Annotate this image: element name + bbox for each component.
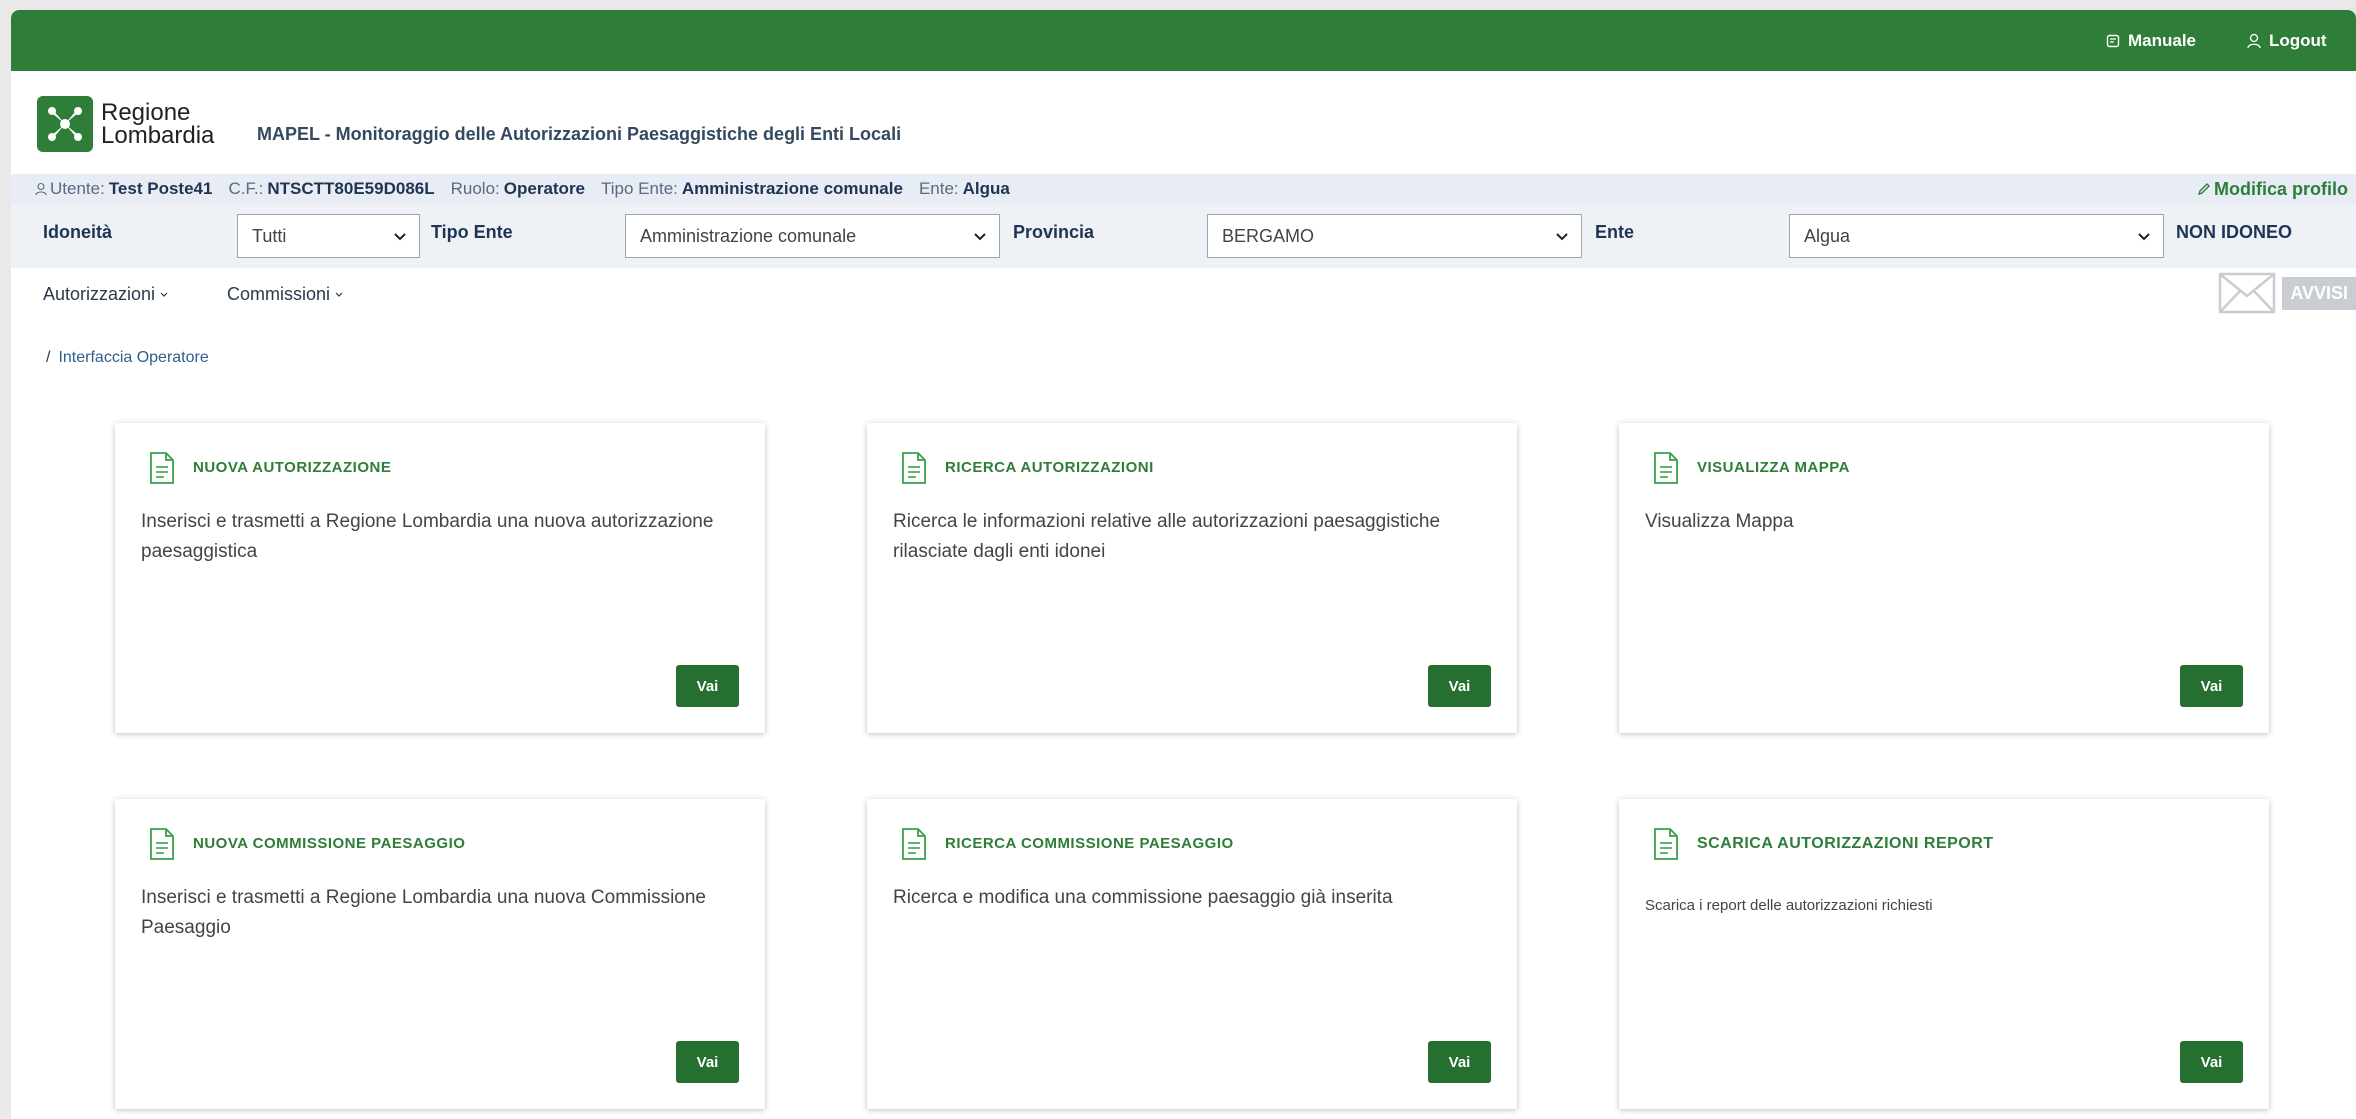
breadcrumb-separator: / [46, 349, 51, 366]
ente-select[interactable]: Algua [1789, 214, 2164, 258]
document-icon [1654, 452, 1678, 484]
idoneita-value: Tutti [252, 225, 287, 246]
chevron-down-icon [1556, 233, 1568, 241]
vai-button[interactable]: Vai [1428, 665, 1491, 707]
cf-value: NTSCTT80E59D086L [267, 179, 435, 198]
ruolo-group: Ruolo: Operatore [451, 179, 585, 199]
cf-group: C.F.: NTSCTT80E59D086L [228, 179, 434, 199]
ruolo-label: Ruolo: [450, 179, 500, 198]
card-ricerca-autorizzazioni: RICERCA AUTORIZZAZIONI Ricerca le inform… [867, 423, 1517, 733]
idoneita-status: NON IDONEO [2176, 222, 2293, 242]
logo-line1: Regione [101, 99, 191, 126]
avvisi-label: AVVISI [2282, 276, 2356, 310]
document-icon [150, 452, 174, 484]
ente-value: Algua [962, 179, 1010, 198]
utente-label: Utente: [50, 179, 105, 198]
ente-label: Ente: [918, 179, 959, 198]
card-title: SCARICA AUTORIZZAZIONI REPORT [1697, 835, 1994, 852]
provincia-value: BERGAMO [1222, 225, 1315, 246]
filter-bar: Idoneità Tutti Tipo Ente Amministrazione… [11, 204, 2356, 268]
card-title: RICERCA COMMISSIONE PAESAGGIO [945, 835, 1234, 852]
idoneita-select[interactable]: Tutti [237, 214, 420, 258]
tipo-ente-filter-label: Tipo Ente [431, 222, 513, 242]
pencil-icon [2197, 183, 2210, 196]
card-nuova-autorizzazione: NUOVA AUTORIZZAZIONE Inserisci e trasmet… [115, 423, 765, 733]
card-title: VISUALIZZA MAPPA [1697, 459, 1850, 476]
menu-autorizzazioni[interactable]: Autorizzazioni [43, 284, 169, 305]
menu-autorizzazioni-label: Autorizzazioni [43, 284, 156, 304]
document-icon [150, 828, 174, 860]
logout-label: Logout [2269, 30, 2327, 50]
card-description: Visualizza Mappa [1645, 511, 1794, 532]
document-icon [902, 828, 926, 860]
user-info-bar: Utente: Test Poste41 C.F.: NTSCTT80E59D0… [11, 174, 2356, 204]
tipo-ente-select-value: Amministrazione comunale [640, 225, 857, 246]
menu-commissioni-label: Commissioni [227, 284, 331, 304]
ente-group: Ente: Algua [919, 179, 1010, 199]
vai-button[interactable]: Vai [676, 1041, 739, 1083]
avvisi-button[interactable]: AVVISI [2218, 272, 2356, 314]
provincia-label: Provincia [1013, 222, 1095, 242]
tipo-ente-group: Tipo Ente: Amministrazione comunale [601, 179, 903, 199]
vai-button[interactable]: Vai [2180, 1041, 2243, 1083]
provincia-select[interactable]: BERGAMO [1207, 214, 1582, 258]
tipo-ente-select[interactable]: Amministrazione comunale [625, 214, 1000, 258]
card-description: Inserisci e trasmetti a Regione Lombardi… [141, 511, 714, 562]
chevron-down-icon [160, 292, 168, 297]
cf-label: C.F.: [228, 179, 264, 198]
card-description: Inserisci e trasmetti a Regione Lombardi… [141, 887, 706, 938]
regione-lombardia-logo-icon [37, 96, 93, 152]
app-window: Manuale Logout Regione Lombardia MAPEL -… [11, 10, 2356, 1119]
document-icon [902, 452, 926, 484]
card-title: NUOVA COMMISSIONE PAESAGGIO [193, 835, 466, 852]
card-ricerca-commissione-paesaggio: RICERCA COMMISSIONE PAESAGGIO Ricerca e … [867, 799, 1517, 1109]
vai-button[interactable]: Vai [2180, 665, 2243, 707]
app-title: MAPEL - Monitoraggio delle Autorizzazion… [257, 124, 902, 144]
chevron-down-icon [335, 292, 343, 297]
card-description: Ricerca e modifica una commissione paesa… [893, 887, 1393, 908]
ente-select-value: Algua [1804, 225, 1851, 246]
utente-value: Test Poste41 [108, 179, 213, 198]
vai-button[interactable]: Vai [676, 665, 739, 707]
ente-filter-label: Ente [1595, 222, 1635, 242]
edit-profile-link[interactable]: Modifica profilo [2197, 174, 2348, 204]
breadcrumb: / Interfaccia Operatore [46, 349, 209, 367]
card-description: Scarica i report delle autorizzazioni ri… [1645, 897, 1933, 914]
book-icon [2106, 34, 2120, 47]
brand-logo[interactable]: Regione Lombardia [37, 96, 214, 152]
card-visualizza-mappa: VISUALIZZA MAPPA Visualizza Mappa Vai [1619, 423, 2269, 733]
card-description: Ricerca le informazioni relative alle au… [893, 511, 1441, 562]
idoneita-label: Idoneità [43, 222, 113, 242]
logo-line2: Lombardia [101, 122, 215, 149]
edit-profile-label: Modifica profilo [2214, 178, 2348, 199]
manual-link[interactable]: Manuale [2106, 10, 2196, 71]
breadcrumb-current[interactable]: Interfaccia Operatore [58, 349, 208, 366]
logo-text: Regione Lombardia [101, 99, 215, 149]
document-icon [1654, 828, 1678, 860]
card-nuova-commissione-paesaggio: NUOVA COMMISSIONE PAESAGGIO Inserisci e … [115, 799, 765, 1109]
envelope-icon [2219, 272, 2276, 314]
card-scarica-autorizzazioni-report: SCARICA AUTORIZZAZIONI REPORT Scarica i … [1619, 799, 2269, 1109]
chevron-down-icon [974, 233, 986, 241]
user-group: Utente: Test Poste41 [35, 179, 212, 199]
tipo-ente-label: Tipo Ente: [601, 179, 678, 198]
manual-label: Manuale [2128, 30, 2197, 50]
logout-link[interactable]: Logout [2247, 10, 2327, 71]
chevron-down-icon [394, 233, 406, 241]
ruolo-value: Operatore [503, 179, 586, 198]
menu-commissioni[interactable]: Commissioni [227, 284, 344, 305]
card-title: RICERCA AUTORIZZAZIONI [945, 459, 1154, 476]
chevron-down-icon [2138, 233, 2150, 241]
tipo-ente-value: Amministrazione comunale [681, 179, 903, 198]
user-icon [35, 182, 47, 196]
top-bar: Manuale Logout [11, 10, 2356, 71]
card-title: NUOVA AUTORIZZAZIONE [193, 459, 392, 476]
user-icon [2247, 33, 2261, 48]
vai-button[interactable]: Vai [1428, 1041, 1491, 1083]
